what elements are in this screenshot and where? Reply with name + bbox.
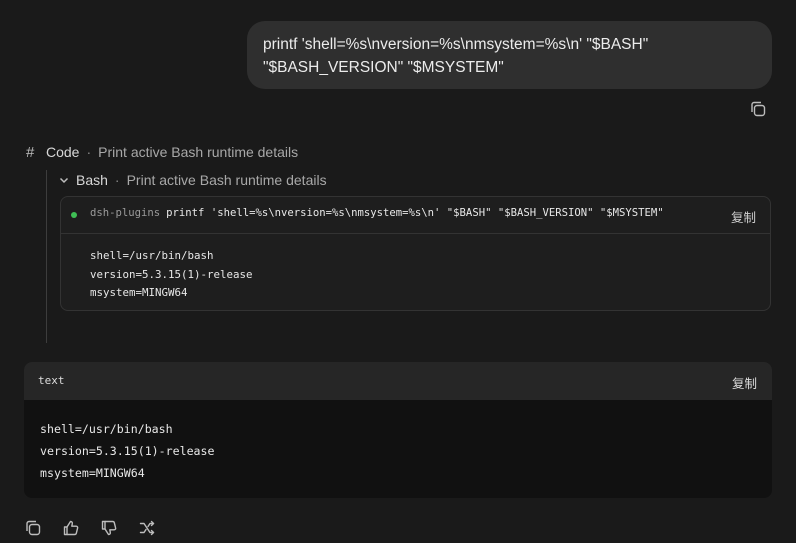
text-code-block: text 复制 shell=/usr/bin/bash version=5.3.…: [24, 362, 772, 498]
copy-icon[interactable]: [24, 519, 42, 537]
terminal-command: printf 'shell=%s\nversion=%s\nmsystem=%s…: [166, 207, 664, 219]
tree-connector-line: [46, 170, 47, 343]
code-line: version=5.3.15(1)-release: [40, 444, 215, 458]
bash-step-description: Print active Bash runtime details: [126, 172, 327, 188]
user-message-bubble: printf 'shell=%s\nversion=%s\nmsystem=%s…: [247, 21, 772, 89]
thumbs-up-icon[interactable]: [62, 519, 80, 537]
separator-dot: ·: [86, 144, 92, 160]
terminal-header: dsh-plugins printf 'shell=%s\nversion=%s\…: [61, 197, 770, 234]
user-message-line-1: printf 'shell=%s\nversion=%s\nmsystem=%s…: [263, 36, 649, 53]
code-section-label: Code: [46, 144, 80, 160]
copy-message-icon[interactable]: [749, 100, 767, 118]
code-section-header[interactable]: # Code · Print active Bash runtime detai…: [26, 142, 298, 162]
code-block-language: text: [38, 374, 65, 387]
hash-icon: #: [26, 143, 35, 161]
status-indicator-dot: [71, 212, 77, 218]
terminal-output: shell=/usr/bin/bash version=5.3.15(1)-re…: [61, 234, 770, 303]
thumbs-down-icon[interactable]: [100, 519, 118, 537]
terminal-copy-button[interactable]: 复制: [731, 207, 756, 226]
branch-icon[interactable]: [138, 519, 156, 537]
terminal-command-line: dsh-plugins printf 'shell=%s\nversion=%s\…: [90, 207, 664, 219]
terminal-card: dsh-plugins printf 'shell=%s\nversion=%s\…: [60, 196, 771, 311]
user-message-line-2: "$BASH_VERSION" "$MSYSTEM": [263, 59, 504, 76]
bash-step-label: Bash: [76, 172, 108, 188]
terminal-cwd: dsh-plugins: [90, 207, 161, 219]
separator-dot: ·: [114, 172, 120, 188]
code-line: shell=/usr/bin/bash: [40, 422, 173, 436]
terminal-output-line: shell=/usr/bin/bash: [90, 249, 214, 262]
code-block-header: text 复制: [24, 362, 772, 400]
bash-step-header[interactable]: Bash · Print active Bash runtime details: [58, 170, 327, 190]
code-section-description: Print active Bash runtime details: [98, 144, 299, 160]
code-block-copy-button[interactable]: 复制: [732, 373, 757, 392]
chat-page: printf 'shell=%s\nversion=%s\nmsystem=%s…: [0, 0, 796, 543]
chevron-down-icon: [58, 174, 70, 186]
terminal-output-line: msystem=MINGW64: [90, 286, 188, 299]
code-block-body: shell=/usr/bin/bash version=5.3.15(1)-re…: [24, 400, 772, 484]
terminal-output-line: version=5.3.15(1)-release: [90, 267, 253, 281]
code-line: msystem=MINGW64: [40, 466, 145, 480]
message-actions: [24, 519, 156, 537]
